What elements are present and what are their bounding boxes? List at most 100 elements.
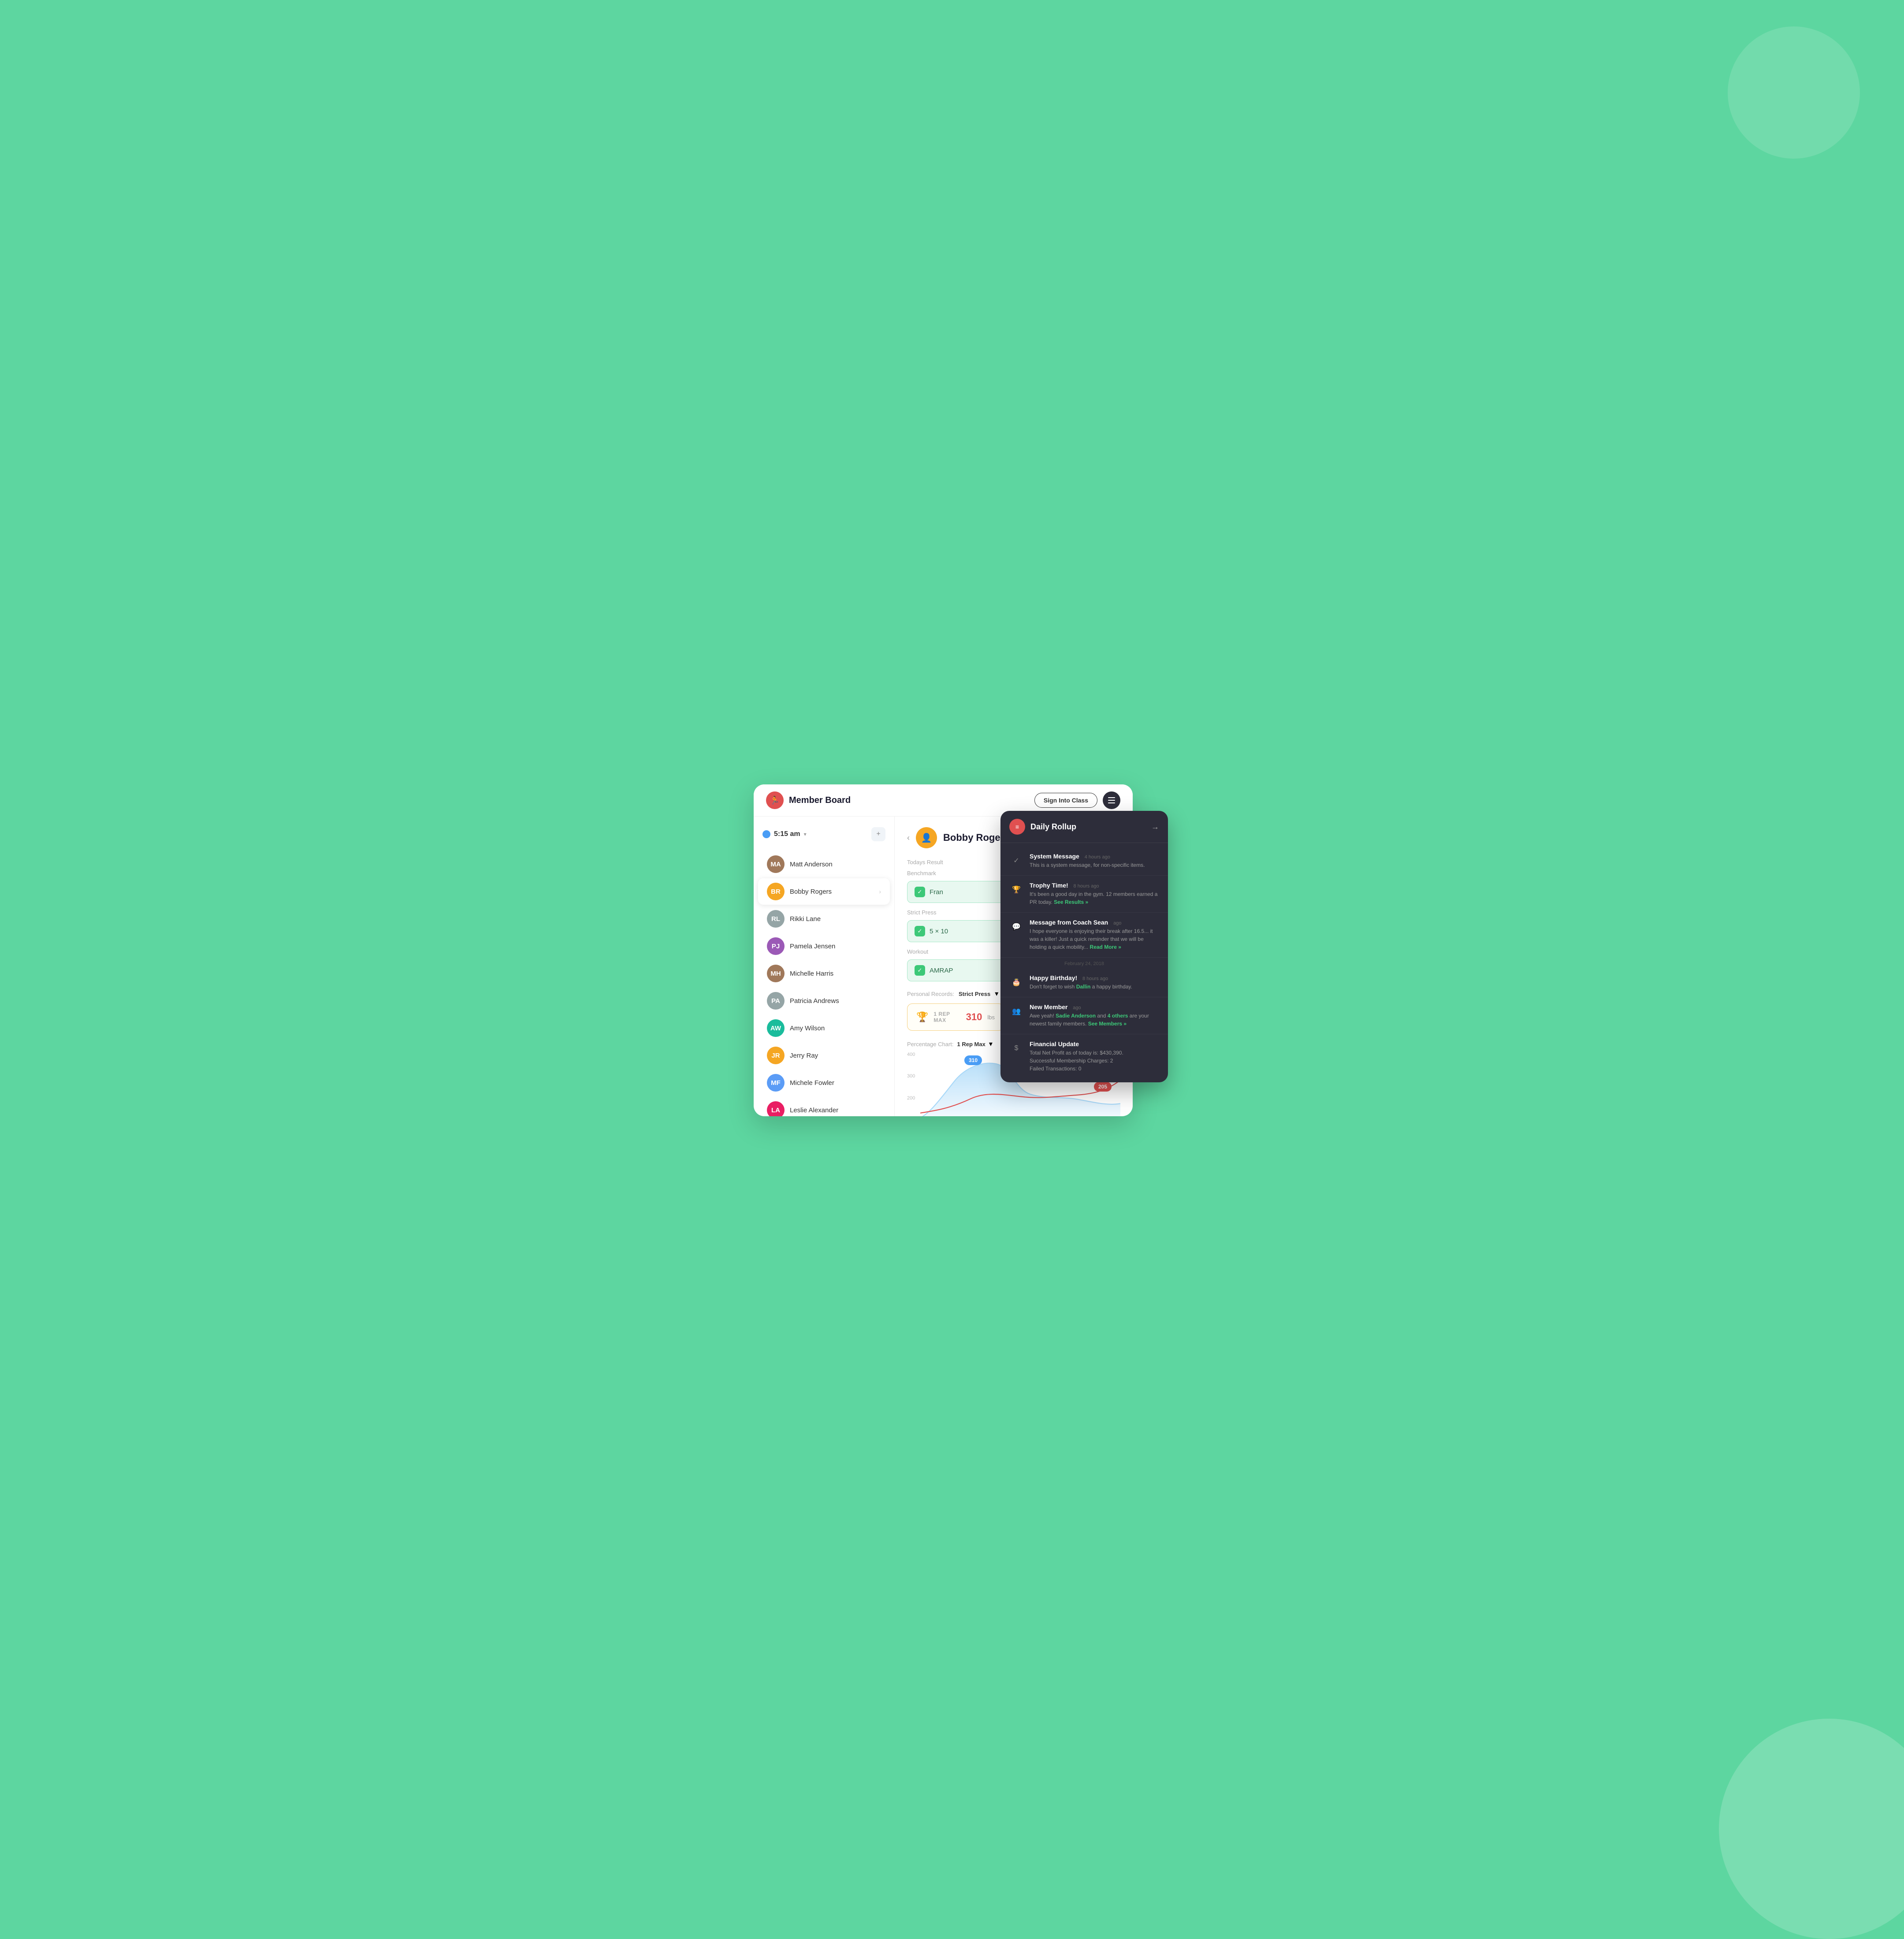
y-label-300: 300 bbox=[907, 1074, 915, 1079]
new-member-title: New Member ago bbox=[1030, 1003, 1159, 1010]
rep-max-info: 1 REP MAX bbox=[933, 1011, 960, 1023]
menu-line-3 bbox=[1108, 802, 1115, 803]
sidebar-member-item[interactable]: MF Michele Fowler bbox=[758, 1070, 890, 1096]
workout-value: AMRAP bbox=[930, 967, 953, 974]
others-link[interactable]: 4 others bbox=[1108, 1013, 1130, 1019]
member-avatar: PA bbox=[767, 992, 785, 1010]
sidebar-member-item[interactable]: RL Rikki Lane bbox=[758, 906, 890, 932]
rollup-item-birthday[interactable]: 🎂 Happy Birthday! 8 hours ago Don't forg… bbox=[1000, 968, 1168, 997]
member-name-sidebar: Amy Wilson bbox=[790, 1025, 881, 1032]
member-name-sidebar: Rikki Lane bbox=[790, 915, 881, 923]
trophy-text: It's been a good day in the gym. 12 memb… bbox=[1030, 890, 1159, 906]
rollup-item-system[interactable]: ✓ System Message 4 hours ago This is a s… bbox=[1000, 847, 1168, 876]
coach-title: Message from Coach Sean ago bbox=[1030, 919, 1159, 926]
app-logo: 🏃 bbox=[766, 791, 784, 809]
member-name-sidebar: Patricia Andrews bbox=[790, 997, 881, 1005]
rollup-back-button[interactable]: → bbox=[1151, 822, 1159, 832]
member-list: MAMatt AndersonBRBobby Rogers›RLRikki La… bbox=[754, 851, 894, 1116]
rollup-body: ✓ System Message 4 hours ago This is a s… bbox=[1000, 843, 1168, 1082]
sidebar-member-item[interactable]: LALeslie Alexander bbox=[758, 1097, 890, 1116]
chart-caret: ▾ bbox=[989, 1040, 993, 1048]
rollup-logo: ≡ bbox=[1009, 819, 1025, 835]
workout-icon: ✓ bbox=[915, 965, 925, 976]
add-button[interactable]: + bbox=[871, 827, 885, 841]
benchmark-icon: ✓ bbox=[915, 887, 925, 897]
rollup-item-new-member[interactable]: 👥 New Member ago Awe yeah! Sadie Anderso… bbox=[1000, 997, 1168, 1034]
system-text: This is a system message, for non-specif… bbox=[1030, 861, 1159, 869]
coach-content: Message from Coach Sean ago I hope every… bbox=[1030, 919, 1159, 951]
sidebar-member-item[interactable]: AWAmy Wilson bbox=[758, 1015, 890, 1041]
sidebar: 5:15 am ▾ + MAMatt AndersonBRBobby Roger… bbox=[754, 817, 895, 1116]
chart-title: Percentage Chart: bbox=[907, 1041, 954, 1048]
rep-max-unit: lbs bbox=[987, 1014, 995, 1021]
member-avatar: JR bbox=[767, 1047, 785, 1064]
sidebar-member-item[interactable]: PA Patricia Andrews bbox=[758, 988, 890, 1014]
member-name-large: Bobby Rogers bbox=[943, 832, 1009, 843]
date-divider: February 24, 2018 bbox=[1000, 958, 1168, 968]
new-member-text: Awe yeah! Sadie Anderson and 4 others ar… bbox=[1030, 1012, 1159, 1028]
member-avatar: RL bbox=[767, 910, 785, 928]
member-name-sidebar: Matt Anderson bbox=[790, 861, 881, 868]
header-right: Sign Into Class bbox=[1034, 791, 1120, 809]
trophy-rollup-icon: 🏆 bbox=[1009, 883, 1023, 897]
time-indicator bbox=[762, 830, 770, 838]
app-title: Member Board bbox=[789, 795, 851, 806]
rep-max-label: 1 REP MAX bbox=[933, 1011, 960, 1023]
menu-line-2 bbox=[1108, 800, 1115, 801]
birthday-text: Don't forget to wish Dallin a happy birt… bbox=[1030, 983, 1159, 991]
member-avatar: MF bbox=[767, 1074, 785, 1092]
system-title: System Message 4 hours ago bbox=[1030, 853, 1159, 860]
see-results-link[interactable]: See Results » bbox=[1054, 899, 1088, 905]
birthday-person-link[interactable]: Dallin bbox=[1076, 984, 1092, 990]
pr-type-dropdown[interactable]: Strict Press bbox=[959, 991, 990, 997]
strict-press-value: 5 × 10 bbox=[930, 928, 948, 935]
rollup-item-coach[interactable]: 💬 Message from Coach Sean ago I hope eve… bbox=[1000, 913, 1168, 958]
chart-bubble-310: 310 bbox=[964, 1055, 982, 1065]
member-name-sidebar: Jerry Ray bbox=[790, 1052, 881, 1059]
member-name-sidebar: Michele Fowler bbox=[790, 1079, 881, 1087]
rollup-header: ≡ Daily Rollup → bbox=[1000, 811, 1168, 843]
sidebar-member-item[interactable]: BRBobby Rogers› bbox=[758, 878, 890, 905]
rollup-title: Daily Rollup bbox=[1030, 822, 1076, 832]
menu-button[interactable] bbox=[1103, 791, 1120, 809]
see-members-link[interactable]: See Members » bbox=[1088, 1021, 1127, 1027]
financial-content: Financial Update Total Net Profit as of … bbox=[1030, 1040, 1159, 1073]
sign-in-button[interactable]: Sign Into Class bbox=[1034, 793, 1097, 808]
financial-title: Financial Update bbox=[1030, 1040, 1159, 1048]
chart-type-dropdown[interactable]: 1 Rep Max bbox=[957, 1041, 985, 1048]
new-member-content: New Member ago Awe yeah! Sadie Anderson … bbox=[1030, 1003, 1159, 1028]
member-avatar: BR bbox=[767, 883, 785, 900]
benchmark-value: Fran bbox=[930, 888, 943, 896]
sidebar-member-item[interactable]: MA Matt Anderson bbox=[758, 851, 890, 877]
sidebar-member-item[interactable]: MHMichelle Harris bbox=[758, 960, 890, 987]
rep-max-card: 🏆 1 REP MAX 310 lbs bbox=[907, 1003, 1004, 1031]
sidebar-member-item[interactable]: PJ Pamela Jensen bbox=[758, 933, 890, 959]
time-text: 5:15 am bbox=[774, 830, 800, 838]
header-left: 🏃 Member Board bbox=[766, 791, 851, 809]
new-member-icon: 👥 bbox=[1009, 1004, 1023, 1018]
member-avatar: PJ bbox=[767, 937, 785, 955]
member-name-sidebar: Bobby Rogers bbox=[790, 888, 874, 895]
coach-text: I hope everyone is enjoying their break … bbox=[1030, 927, 1159, 951]
member-avatar: MA bbox=[767, 855, 785, 873]
trophy-content: Trophy Time! 8 hours ago It's been a goo… bbox=[1030, 882, 1159, 906]
read-more-link[interactable]: Read More » bbox=[1090, 944, 1121, 950]
coach-icon: 💬 bbox=[1009, 920, 1023, 934]
strict-press-icon: ✓ bbox=[915, 926, 925, 936]
pr-label: Personal Records: bbox=[907, 991, 954, 997]
back-button[interactable]: ‹ bbox=[907, 833, 910, 843]
rollup-item-financial[interactable]: $ Financial Update Total Net Profit as o… bbox=[1000, 1034, 1168, 1079]
sadie-link[interactable]: Sadie Anderson bbox=[1056, 1013, 1097, 1019]
chart-bubble-205: 205 bbox=[1094, 1082, 1112, 1092]
financial-icon: $ bbox=[1009, 1041, 1023, 1055]
member-avatar: LA bbox=[767, 1101, 785, 1116]
chart-y-labels: 400 300 200 100 bbox=[907, 1052, 915, 1116]
member-name-sidebar: Pamela Jensen bbox=[790, 943, 881, 950]
sidebar-member-item[interactable]: JR Jerry Ray bbox=[758, 1042, 890, 1069]
birthday-icon: 🎂 bbox=[1009, 975, 1023, 989]
birthday-content: Happy Birthday! 8 hours ago Don't forget… bbox=[1030, 974, 1159, 991]
rollup-item-trophy[interactable]: 🏆 Trophy Time! 8 hours ago It's been a g… bbox=[1000, 876, 1168, 913]
member-name-sidebar: Michelle Harris bbox=[790, 970, 881, 977]
financial-text: Total Net Profit as of today is: $430,39… bbox=[1030, 1049, 1159, 1073]
pr-caret: ▾ bbox=[995, 989, 998, 998]
